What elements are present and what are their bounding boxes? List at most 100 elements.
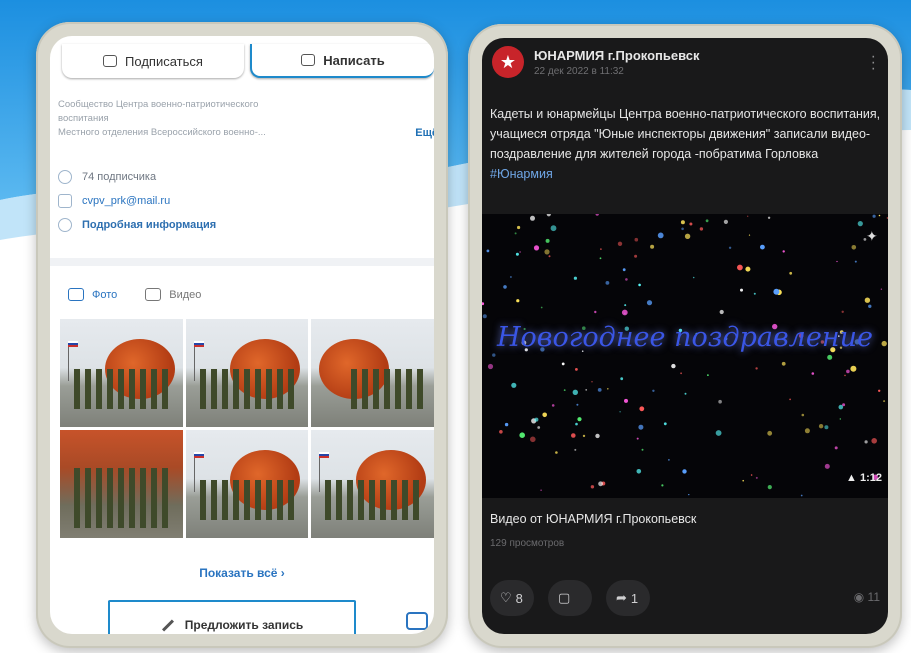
- plus-icon: [103, 55, 118, 67]
- video-duration: ▲ 1:12: [846, 472, 882, 484]
- details-row[interactable]: Подробная информация: [58, 218, 216, 232]
- envelope-icon: [301, 54, 316, 66]
- video-icon: [145, 288, 162, 301]
- tab-photo[interactable]: Фото: [68, 288, 117, 301]
- star: [718, 399, 722, 404]
- star: [854, 260, 857, 263]
- star: [591, 381, 593, 383]
- image-icon[interactable]: [406, 612, 428, 630]
- star: [800, 494, 803, 497]
- star: [621, 309, 628, 316]
- star: [563, 389, 566, 391]
- photo-thumbnail[interactable]: [60, 430, 183, 538]
- subscribe-button[interactable]: Подписаться: [62, 44, 244, 78]
- like-count: 8: [515, 590, 523, 606]
- star: [818, 424, 824, 429]
- star: [540, 489, 542, 492]
- star: [574, 448, 577, 451]
- star: [864, 440, 868, 444]
- star: [546, 214, 551, 217]
- star: [519, 432, 525, 438]
- star: [514, 232, 517, 235]
- star: [534, 417, 539, 422]
- star: [707, 374, 709, 376]
- photo-thumbnail[interactable]: [311, 430, 434, 538]
- star: [871, 438, 877, 444]
- star: [597, 388, 602, 392]
- photo-thumbnail[interactable]: [311, 319, 434, 427]
- photo-thumbnail[interactable]: [185, 319, 309, 427]
- photo-thumbnail[interactable]: [60, 319, 183, 427]
- pin-icon[interactable]: ✦: [866, 228, 880, 244]
- post-body: Кадеты и юнармейцы Центра военно-патриот…: [490, 107, 881, 161]
- community-description: Сообщество Центра военно-патриотического…: [58, 98, 434, 140]
- star: [839, 418, 841, 420]
- comment-button[interactable]: ▢: [548, 580, 592, 616]
- email-row[interactable]: cvpv_prk@mail.ru: [58, 194, 170, 208]
- star: [742, 479, 744, 482]
- like-button[interactable]: ♡ 8: [490, 580, 534, 616]
- more-options-icon[interactable]: · · ·: [871, 49, 876, 77]
- details-link[interactable]: Подробная информация: [82, 219, 216, 231]
- star: [542, 412, 547, 418]
- star: [864, 297, 871, 303]
- section-divider: [50, 258, 434, 266]
- hashtag-link[interactable]: #Юнармия: [490, 167, 553, 181]
- subscribers-row[interactable]: 74 подписчика: [58, 170, 156, 184]
- tab-video[interactable]: Видео: [145, 288, 201, 301]
- star: [827, 354, 833, 360]
- star: [663, 422, 667, 426]
- star: [661, 484, 664, 487]
- star: [540, 306, 543, 309]
- star: [582, 434, 586, 438]
- video-player[interactable]: Новогоднее поздравление ✦ ▲ 1:12: [482, 214, 888, 498]
- email-link[interactable]: cvpv_prk@mail.ru: [82, 195, 170, 207]
- star: [516, 299, 520, 303]
- star: [544, 249, 550, 255]
- write-message-button[interactable]: Написать: [250, 44, 434, 78]
- star: [482, 302, 485, 306]
- star: [605, 281, 610, 285]
- star: [692, 276, 695, 279]
- star: [737, 264, 743, 271]
- star: [868, 304, 872, 308]
- star: [619, 411, 621, 413]
- photo-thumbnail[interactable]: [185, 430, 309, 538]
- star: [745, 266, 751, 272]
- star: [857, 221, 863, 227]
- star: [548, 255, 551, 258]
- avatar[interactable]: ★: [492, 46, 524, 78]
- star: [767, 430, 773, 436]
- photo-grid: [60, 319, 434, 538]
- share-icon: ➦: [616, 590, 627, 605]
- post-date: 22 дек 2022 в 11:32: [534, 65, 624, 77]
- star: [561, 362, 565, 366]
- star: [789, 271, 793, 275]
- view-count: ◉ 11: [853, 590, 880, 604]
- post-author[interactable]: ЮНАРМИЯ г.Прокопьевск: [534, 48, 700, 63]
- star: [836, 260, 838, 263]
- star: [530, 436, 536, 443]
- star: [595, 214, 599, 216]
- share-button[interactable]: ➦ 1: [606, 580, 650, 616]
- suggest-post-button[interactable]: Предложить запись: [108, 600, 356, 634]
- star: [886, 217, 888, 219]
- star: [750, 474, 753, 476]
- star: [804, 428, 810, 434]
- star: [492, 353, 496, 357]
- star: [511, 382, 517, 388]
- video-caption[interactable]: Видео от ЮНАРМИЯ г.Прокопьевск: [490, 512, 696, 526]
- star: [801, 413, 805, 417]
- more-link[interactable]: Ещё: [415, 126, 434, 140]
- star: [575, 422, 578, 426]
- star: [515, 252, 519, 256]
- star: [671, 363, 676, 369]
- star: [600, 248, 602, 250]
- show-all-link[interactable]: Показать всё ›: [50, 566, 434, 580]
- right-phone-frame: ★ ЮНАРМИЯ г.Прокопьевск 22 дек 2022 в 11…: [468, 24, 902, 648]
- post-actions: ♡ 8 ▢ ➦ 1: [490, 580, 650, 616]
- star: [689, 222, 693, 226]
- star: [634, 237, 639, 242]
- star: [811, 372, 815, 375]
- star: [723, 219, 728, 224]
